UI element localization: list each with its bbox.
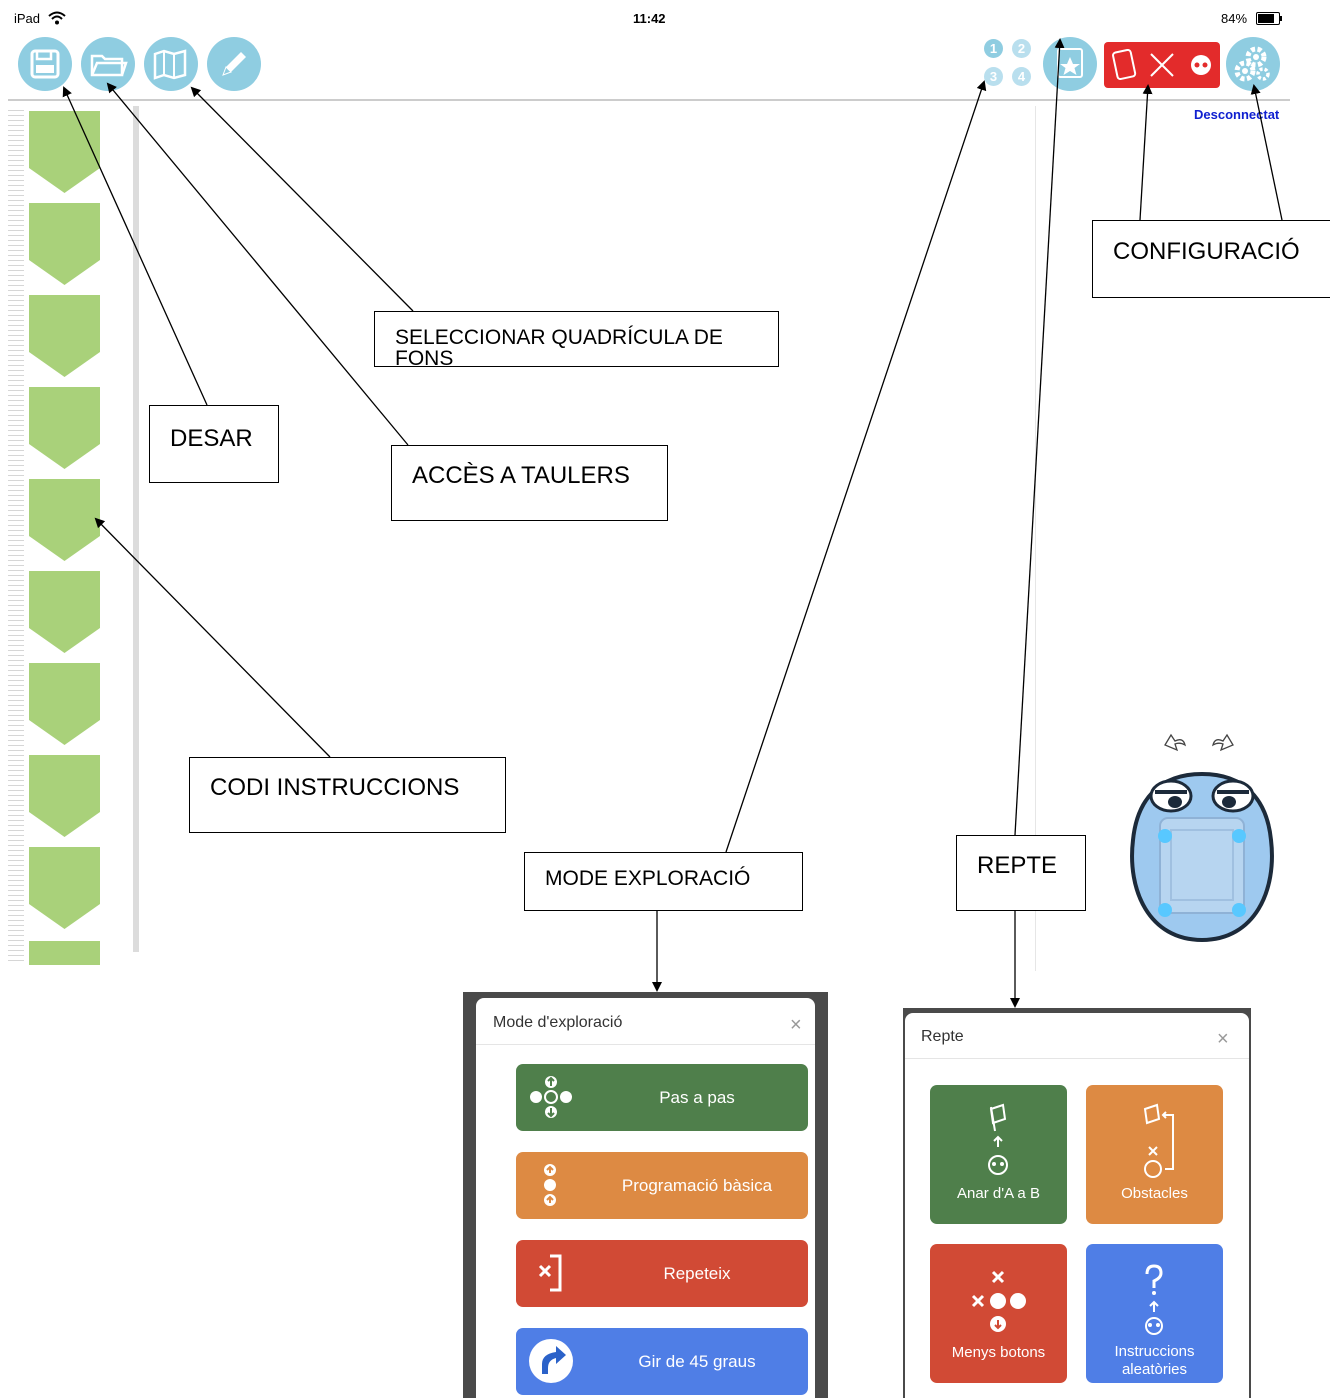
explore-repeat-label: Repeteix	[663, 1263, 731, 1283]
challenge-modal-close-button[interactable]: ×	[1217, 1028, 1229, 1051]
random-question-icon	[1145, 1264, 1163, 1335]
code-instruction-slot[interactable]	[29, 295, 100, 377]
background-grid-button[interactable]	[144, 37, 198, 91]
flag-to-robot-icon	[988, 1103, 1008, 1175]
callout-save: DESAR	[149, 405, 279, 483]
explore-modal-backdrop: Mode d'exploració × Pas a pas Programaci…	[463, 992, 828, 1398]
explore-repeat-button[interactable]: Repeteix	[516, 1240, 808, 1307]
open-boards-button[interactable]	[81, 37, 135, 91]
code-instruction-slot[interactable]	[29, 479, 100, 561]
settings-button[interactable]	[1226, 37, 1280, 91]
explore-modal-title: Mode d'exploració	[493, 1014, 623, 1031]
code-column-border	[133, 106, 139, 952]
code-instruction-slot[interactable]	[29, 663, 100, 745]
callout-code: CODI INSTRUCCIONS	[189, 757, 506, 833]
challenge-modal-title: Repte	[921, 1028, 964, 1045]
connection-status: Desconnectat	[1194, 107, 1280, 122]
callout-boards: ACCÈS A TAULERS	[391, 445, 668, 521]
gears-icon	[1234, 46, 1270, 82]
status-time: 11:42	[633, 11, 666, 26]
mode-4-button[interactable]: 4	[1012, 67, 1031, 86]
obstacle-path-icon	[1143, 1103, 1174, 1178]
code-instruction-slot[interactable]	[29, 847, 100, 929]
explore-step-by-step-label: Pas a pas	[659, 1087, 735, 1107]
challenge-button[interactable]	[1043, 37, 1097, 91]
tablet-icon	[1112, 49, 1137, 81]
mode-2-button[interactable]: 2	[1012, 39, 1031, 58]
repeat-bracket-icon	[538, 1254, 562, 1292]
robot-face-icon	[1191, 55, 1211, 75]
sequence-icon	[544, 1164, 556, 1206]
explore-turn-45-button[interactable]: Gir de 45 graus	[516, 1328, 808, 1395]
callout-grid: SELECCIONAR QUADRÍCULA DE FONS	[374, 311, 779, 369]
mode-1-button[interactable]: 1	[984, 39, 1003, 58]
edit-button[interactable]	[207, 37, 261, 91]
save-button[interactable]	[18, 37, 72, 91]
explore-step-by-step-button[interactable]: Pas a pas	[516, 1064, 808, 1131]
explore-basic-programming-button[interactable]: Programació bàsica	[516, 1152, 808, 1219]
challenge-fewer-buttons-label: Menys botons	[951, 1344, 1046, 1361]
rotate-right-icon[interactable]	[1211, 731, 1237, 753]
code-instruction-slot[interactable]	[29, 571, 100, 653]
challenge-obstacles-tile[interactable]: Obstacles	[1086, 1085, 1223, 1224]
callout-challenge: REPTE	[956, 835, 1086, 911]
star-icon	[1057, 48, 1083, 78]
challenge-a-to-b-tile[interactable]: Anar d'A a B	[930, 1085, 1067, 1224]
challenge-fewer-buttons-tile[interactable]: Menys botons	[930, 1244, 1067, 1383]
challenge-random-instructions-label: Instruccions aleatòries	[1114, 1343, 1195, 1378]
folder-icon	[90, 54, 128, 77]
challenge-random-instructions-tile[interactable]: Instruccions aleatòries	[1086, 1244, 1223, 1383]
robot-avatar[interactable]	[1125, 770, 1279, 944]
callout-config: CONFIGURACIÓ	[1092, 220, 1330, 298]
arrows-go-icon	[530, 1076, 572, 1118]
connection-bar[interactable]	[1104, 42, 1220, 88]
close-icon	[1150, 53, 1174, 77]
wifi-icon	[48, 11, 66, 25]
fewer-buttons-icon	[971, 1270, 1026, 1332]
toolbar-divider	[8, 99, 1290, 101]
code-instruction-slot[interactable]	[29, 755, 100, 837]
save-icon	[30, 49, 60, 79]
code-instruction-slot[interactable]	[29, 387, 100, 469]
turn-45-icon	[529, 1339, 573, 1383]
rotate-left-icon[interactable]	[1161, 731, 1187, 753]
code-instruction-slot[interactable]	[29, 941, 100, 965]
battery-icon	[1256, 12, 1280, 25]
explore-basic-programming-label: Programació bàsica	[621, 1175, 773, 1195]
callout-explore: MODE EXPLORACIÓ	[524, 852, 803, 911]
mode-3-button[interactable]: 3	[984, 67, 1003, 86]
code-instruction-slot[interactable]	[29, 203, 100, 285]
line-ruler	[8, 110, 24, 962]
code-instruction-slot[interactable]	[29, 111, 100, 193]
device-name: iPad	[14, 11, 41, 26]
battery-percent: 84%	[1221, 11, 1248, 26]
challenge-obstacles-label: Obstacles	[1121, 1185, 1188, 1202]
challenge-a-to-b-label: Anar d'A a B	[957, 1185, 1040, 1202]
pencil-icon	[222, 52, 246, 76]
explore-modal-close-button[interactable]: ×	[790, 1014, 802, 1037]
challenge-modal: Repte × Anar d'A a B Obstacles Menys bot…	[905, 1013, 1249, 1398]
explore-modal: Mode d'exploració × Pas a pas Programaci…	[476, 998, 815, 1398]
map-icon	[153, 49, 187, 80]
challenge-modal-backdrop: Repte × Anar d'A a B Obstacles Menys bot…	[903, 1008, 1251, 1398]
explore-turn-45-label: Gir de 45 graus	[638, 1351, 756, 1371]
